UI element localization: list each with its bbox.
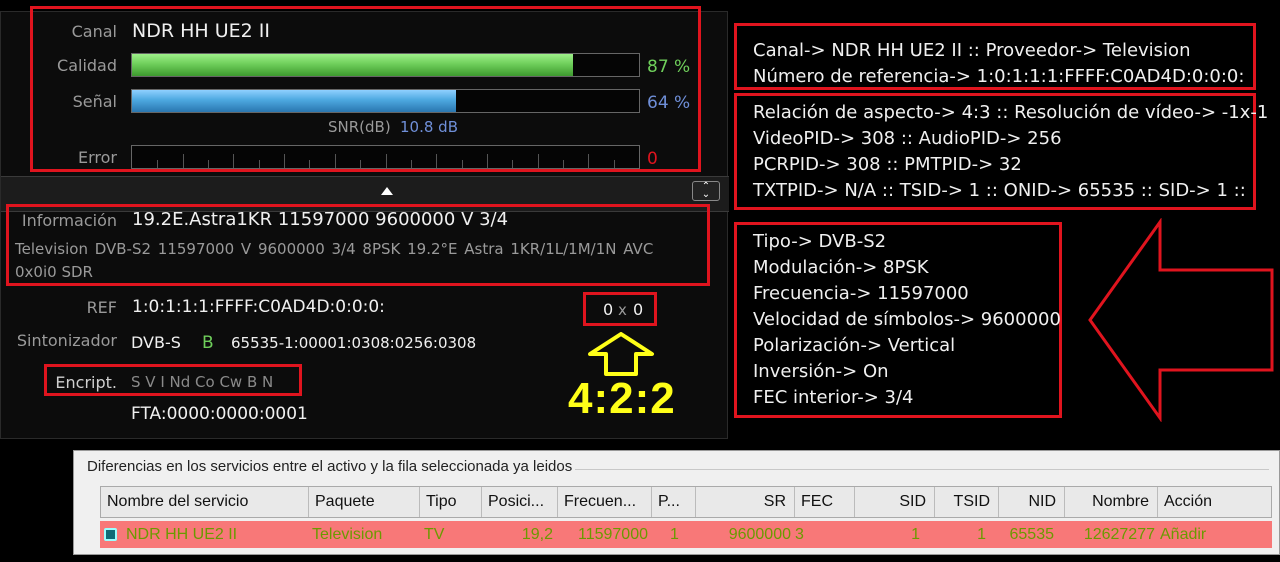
cell-tipo: TV (424, 526, 445, 543)
cell-fec: 3 (795, 526, 804, 543)
col-fec[interactable]: FEC (795, 487, 855, 517)
table-header: Nombre del servicio Paquete Tipo Posici.… (100, 486, 1272, 518)
box1-line: Canal-> NDR HH UE2 II :: Proveedor-> Tel… (753, 40, 1191, 61)
cell-frecuencia: 11597000 (578, 526, 648, 543)
highlight-info-box (6, 204, 710, 286)
col-nid[interactable]: NID (999, 487, 1065, 517)
ref-value: 1:0:1:1:1:FFFF:C0AD4D:0:0:0: (132, 297, 385, 317)
cell-accion[interactable]: Añadir (1160, 521, 1206, 548)
ref-label: REF (86, 298, 117, 317)
highlight-signal-box (30, 6, 701, 172)
table-row[interactable]: NDR HH UE2 II Television TV 19,2 1159700… (100, 521, 1272, 548)
yellow-up-arrow-icon (588, 332, 654, 376)
cell-nid: 65535 (1009, 526, 1055, 543)
col-sid[interactable]: SID (855, 487, 935, 517)
col-nombre[interactable]: Nombre (1065, 487, 1158, 517)
box2-line: Relación de aspecto-> 4:3 :: Resolución … (753, 102, 1269, 123)
box2-line: PCRPID-> 308 :: PMTPID-> 32 (753, 154, 1022, 175)
cell-tsid: 1 (977, 526, 986, 543)
cell-p: 1 (670, 526, 679, 543)
col-tsid[interactable]: TSID (935, 487, 999, 517)
box3-line: FEC interior-> 3/4 (753, 387, 914, 408)
highlight-encript-box (44, 364, 302, 396)
chroma-annotation: 4:2:2 (568, 374, 676, 423)
col-accion[interactable]: Acción (1158, 487, 1273, 517)
cell-paquete: Television (312, 526, 383, 543)
box3-line: Tipo-> DVB-S2 (753, 231, 887, 252)
box3-line: Velocidad de símbolos-> 9600000 (753, 309, 1061, 330)
sintonizador-value: DVB-S (131, 333, 181, 352)
box3-line: Frecuencia-> 11597000 (753, 283, 969, 304)
tuner-pids: 65535-1:00001:0308:0256:0308 (231, 334, 477, 352)
cell-posicion: 19,2 (521, 526, 553, 543)
collapse-up-icon[interactable] (381, 187, 393, 195)
group-title: Diferencias en los servicios entre el ac… (84, 458, 576, 475)
expand-collapse-button[interactable]: ⌃ ⌄ (692, 181, 720, 201)
col-sr[interactable]: SR (696, 487, 795, 517)
cell-nombre: 12627277 (1083, 526, 1155, 543)
col-posicion[interactable]: Posici... (482, 487, 558, 517)
red-left-arrow-icon (1088, 218, 1274, 422)
box3-line: Modulación-> 8PSK (753, 257, 929, 278)
col-frecuencia[interactable]: Frecuen... (558, 487, 652, 517)
box3-line: Polarización-> Vertical (753, 335, 956, 356)
tuning-params-box: Tipo-> DVB-S2 Modulación-> 8PSK Frecuenc… (734, 222, 1062, 418)
tuner-letter: B (202, 333, 214, 353)
pid-info-box: Relación de aspecto-> 4:3 :: Resolución … (734, 93, 1269, 210)
col-nombre-servicio[interactable]: Nombre del servicio (101, 487, 309, 517)
col-tipo[interactable]: Tipo (420, 487, 482, 517)
col-paquete[interactable]: Paquete (309, 487, 420, 517)
channel-provider-box: Canal-> NDR HH UE2 II :: Proveedor-> Tel… (734, 23, 1256, 90)
box2-line: VideoPID-> 308 :: AudioPID-> 256 (753, 128, 1062, 149)
cell-sid: 1 (911, 526, 920, 543)
sintonizador-label: Sintonizador (16, 331, 117, 350)
highlight-resolution-box (583, 292, 657, 326)
box1-line: Número de referencia-> 1:0:1:1:1:FFFF:C0… (753, 66, 1245, 87)
col-p[interactable]: P... (652, 487, 696, 517)
box2-line: TXTPID-> N/A :: TSID-> 1 :: ONID-> 65535… (753, 180, 1246, 201)
cell-sr: 9600000 (728, 526, 791, 543)
tv-channel-icon (104, 528, 117, 541)
fta-value: FTA:0000:0000:0001 (131, 404, 308, 424)
services-diff-table-panel: Diferencias en los servicios entre el ac… (73, 450, 1280, 555)
cell-nombre-servicio: NDR HH UE2 II (126, 526, 238, 543)
box3-line: Inversión-> On (753, 361, 889, 382)
